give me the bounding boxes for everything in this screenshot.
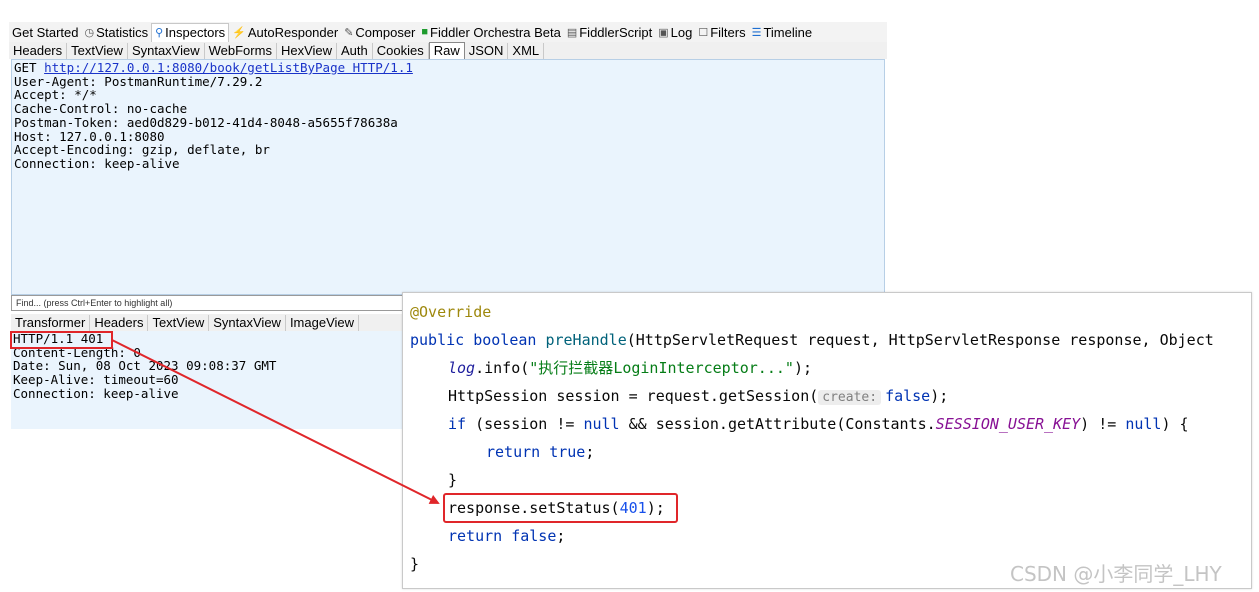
code-line: return true; <box>486 442 594 462</box>
code-editor-panel: @Override public boolean preHandle(HttpS… <box>402 292 1252 589</box>
tab-filters[interactable]: ☐ Filters <box>695 23 748 41</box>
tab-autoresponder[interactable]: ⚡ AutoResponder <box>229 23 341 41</box>
code-text: ; <box>556 527 566 545</box>
tab-inspectors[interactable]: ⚲ Inspectors <box>151 22 230 42</box>
resp-tab-imageview[interactable]: ImageView <box>286 314 360 331</box>
tab-label: FiddlerScript <box>579 24 653 40</box>
req-tab-webforms[interactable]: WebForms <box>205 42 277 59</box>
req-tab-headers[interactable]: Headers <box>9 42 68 59</box>
code-text: ); <box>930 387 949 405</box>
script-icon: ▤ <box>566 26 578 39</box>
code-line: log.info("执行拦截器LoginInterceptor..."); <box>448 358 812 378</box>
parameter-hint: create: <box>818 390 882 405</box>
keyword: false <box>885 387 931 405</box>
code-text: HttpSession session = request.getSession… <box>448 387 819 405</box>
raw-request-view[interactable]: GET http://127.0.0.1:8080/book/getListBy… <box>11 59 885 295</box>
tab-label: AutoResponder <box>247 24 339 40</box>
tab-fiddlerscript[interactable]: ▤ FiddlerScript <box>564 23 655 41</box>
compose-icon: ✎ <box>344 26 354 39</box>
code-text: ) { <box>1161 415 1189 433</box>
resp-tab-textview[interactable]: TextView <box>148 314 210 331</box>
status-highlight-box <box>10 331 113 349</box>
req-tab-syntaxview[interactable]: SyntaxView <box>128 42 205 59</box>
code-line: public boolean preHandle(HttpServletRequ… <box>410 330 1214 350</box>
string-literal: "执行拦截器LoginInterceptor..." <box>529 359 794 377</box>
resp-tab-headers[interactable]: Headers <box>90 314 149 331</box>
request-inspector-tabs: Headers TextView SyntaxView WebForms Hex… <box>9 42 887 59</box>
code-text: ; <box>585 443 595 461</box>
fo-icon: ■ <box>421 26 429 38</box>
request-header-line: Connection: keep-alive <box>14 155 180 171</box>
keyword: true <box>549 443 586 461</box>
tab-label: Get Started <box>12 24 79 40</box>
keyword: null <box>583 415 620 433</box>
tab-log[interactable]: ▣ Log <box>655 23 695 41</box>
log-icon: ▣ <box>658 26 669 39</box>
resp-tab-transformer[interactable]: Transformer <box>11 314 91 331</box>
tab-label: Statistics <box>96 24 149 40</box>
tab-timeline[interactable]: ☰ Timeline <box>749 23 816 41</box>
code-text: && session.getAttribute(Constants. <box>619 415 936 433</box>
keyword: return <box>448 527 512 545</box>
code-text: } <box>410 555 420 573</box>
timeline-icon: ☰ <box>751 26 762 39</box>
code-text: (session != <box>466 415 584 433</box>
response-inspector-tabs: Transformer Headers TextView SyntaxView … <box>11 314 409 331</box>
timer-icon: ◷ <box>84 26 95 39</box>
tab-label: Composer <box>355 24 416 40</box>
code-line: return false; <box>448 526 565 546</box>
lightning-icon: ⚡ <box>232 26 246 39</box>
resp-tab-syntaxview[interactable]: SyntaxView <box>209 314 286 331</box>
tab-label: Log <box>670 24 693 40</box>
constant: SESSION_USER_KEY <box>935 415 1081 433</box>
code-line: @Override <box>410 302 491 322</box>
csdn-watermark: CSDN @小李同学_LHY <box>1010 562 1222 586</box>
code-text: ); <box>793 359 812 377</box>
tab-label: Filters <box>710 24 746 40</box>
log-variable: log <box>448 359 476 377</box>
keyword: null <box>1125 415 1162 433</box>
tab-get-started[interactable]: Get Started <box>9 23 81 41</box>
keyword: if <box>448 415 467 433</box>
filter-checkbox-icon: ☐ <box>698 26 709 39</box>
req-tab-json[interactable]: JSON <box>465 42 509 59</box>
req-tab-hexview[interactable]: HexView <box>277 42 338 59</box>
req-tab-xml[interactable]: XML <box>508 42 545 59</box>
req-tab-cookies[interactable]: Cookies <box>373 42 429 59</box>
method-name: preHandle <box>545 331 627 349</box>
set-status-highlight-box <box>443 493 678 523</box>
inspect-icon: ⚲ <box>155 27 164 39</box>
tab-label: Inspectors <box>165 25 226 40</box>
code-text: ) != <box>1080 415 1126 433</box>
req-tab-raw[interactable]: Raw <box>428 42 465 59</box>
req-tab-textview[interactable]: TextView <box>67 42 128 59</box>
code-text: (HttpServletRequest request, HttpServlet… <box>626 331 1214 349</box>
override-annotation: @Override <box>410 303 492 321</box>
tab-label: Timeline <box>763 24 813 40</box>
response-header-line: Connection: keep-alive <box>13 385 179 401</box>
tab-fiddler-orchestra[interactable]: ■ Fiddler Orchestra Beta <box>418 23 563 41</box>
code-text: .info( <box>475 359 530 377</box>
tab-composer[interactable]: ✎ Composer <box>341 23 418 41</box>
code-text: } <box>448 471 458 489</box>
req-tab-auth[interactable]: Auth <box>337 42 373 59</box>
tab-statistics[interactable]: ◷ Statistics <box>81 23 151 41</box>
keyword: false <box>511 527 557 545</box>
keyword: return <box>486 443 550 461</box>
tab-label: Fiddler Orchestra Beta <box>430 24 561 40</box>
code-line: } <box>448 470 457 490</box>
code-line: HttpSession session = request.getSession… <box>448 386 948 406</box>
code-line: } <box>410 554 419 574</box>
keyword: public boolean <box>410 331 546 349</box>
code-line: if (session != null && session.getAttrib… <box>448 414 1189 434</box>
fiddler-main-tabs: Get Started ◷ Statistics ⚲ Inspectors ⚡ Aut… <box>9 22 887 42</box>
